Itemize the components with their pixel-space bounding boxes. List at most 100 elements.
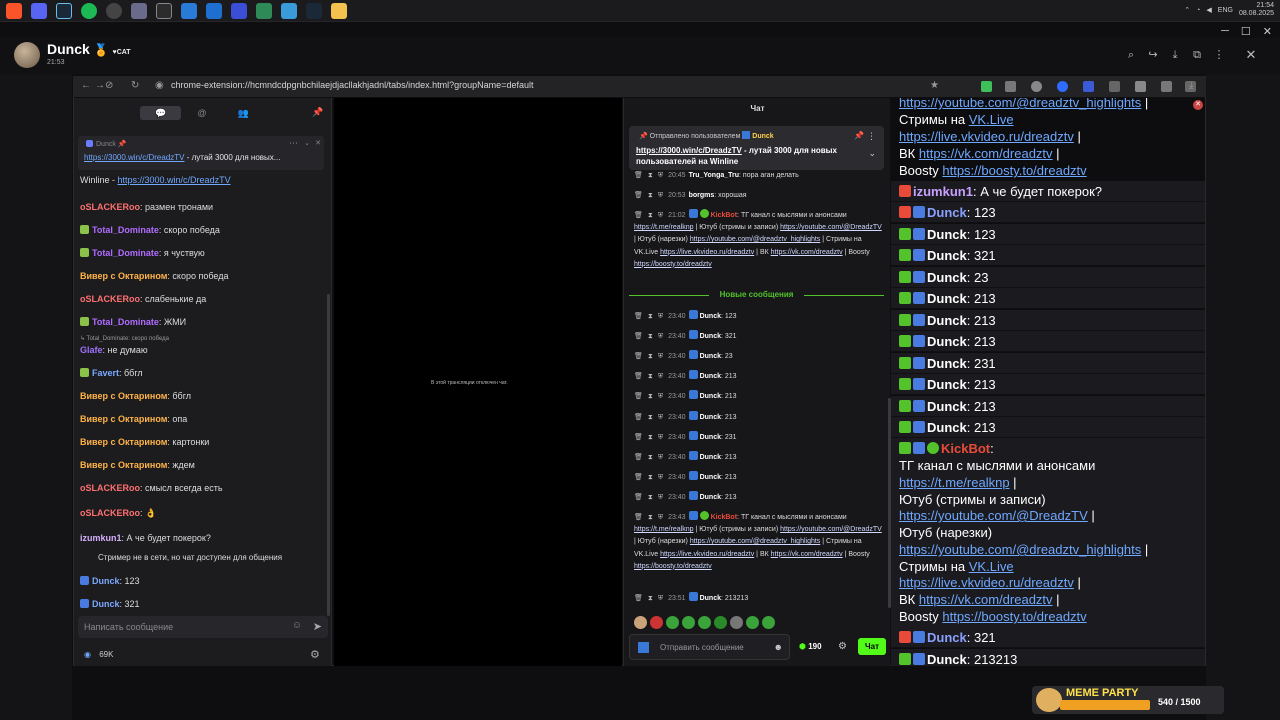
timeout-icon[interactable]: ⧗ [648, 414, 653, 421]
ban-icon[interactable]: ⛨ [658, 353, 663, 360]
extension-icon[interactable] [1161, 81, 1172, 92]
send-icon[interactable]: ➤ [313, 620, 322, 633]
timeout-icon[interactable]: ⧗ [648, 474, 653, 481]
forward-icon[interactable]: ↪ [1146, 48, 1160, 62]
ban-icon[interactable]: ⛨ [658, 454, 663, 461]
chat-username[interactable]: Dunck [927, 356, 967, 371]
chat-username[interactable]: Dunck [927, 248, 967, 263]
chat-username[interactable]: Favert [92, 368, 119, 378]
chat-username[interactable]: Dunck [700, 434, 721, 441]
extension-icon[interactable] [1083, 81, 1094, 92]
tab-users[interactable]: 👥 [223, 106, 264, 120]
chat-username[interactable]: Dunck [700, 454, 721, 461]
vk-live-link[interactable]: VK.Live [969, 559, 1014, 574]
reload-icon[interactable]: ↻ [131, 80, 139, 91]
emoji-icon[interactable]: ☻ [774, 642, 783, 652]
app-icon[interactable] [256, 2, 272, 19]
pinned-message[interactable]: 📌 Отправлено пользователем Dunck 📌 ⋮ ⌄ h… [629, 126, 884, 170]
more-icon[interactable]: ⋯ [289, 138, 298, 149]
chat-username[interactable]: Dunck [927, 205, 967, 220]
chat-username[interactable]: Вивер с Октарином [80, 437, 167, 447]
vk-link[interactable]: https://vk.com/dreadztv [771, 249, 843, 256]
pin-icon[interactable]: 📌 [312, 107, 323, 118]
youtube-highlights-link[interactable]: https://youtube.com/@dreadztv_highlights [690, 236, 820, 243]
extension-icon[interactable] [1135, 81, 1146, 92]
wifi-icon[interactable]: ◔ [1196, 7, 1200, 14]
timeout-icon[interactable]: ⧗ [648, 393, 653, 400]
download-icon[interactable]: ⤓ [1189, 80, 1193, 91]
chevron-down-icon[interactable]: ⌄ [868, 148, 876, 159]
ban-icon[interactable]: ⛨ [658, 333, 663, 340]
open-external-icon[interactable]: ⧉ [1190, 48, 1204, 62]
settings-icon[interactable]: ⚙ [310, 648, 320, 661]
lang-indicator[interactable]: ENG [1218, 7, 1233, 14]
chat-username[interactable]: izumkun1 [80, 533, 122, 543]
youtube-highlights-link[interactable]: https://youtube.com/@dreadztv_highlights [690, 538, 820, 545]
url-text[interactable]: chrome-extension://hcmndcdpgnbchilaejdja… [171, 80, 533, 90]
close-icon[interactable]: ✕ [315, 139, 321, 147]
unpin-icon[interactable]: 📌 [854, 131, 864, 140]
extensions-puzzle-icon[interactable] [1109, 81, 1120, 92]
more-icon[interactable]: ⋮ [1212, 48, 1226, 62]
delete-icon[interactable]: 🗑 [634, 333, 643, 340]
close-icon[interactable]: ✕ [1244, 48, 1258, 62]
chat-username[interactable]: borgms [689, 192, 715, 199]
vklive-link[interactable]: https://live.vkvideo.ru/dreadztv [660, 249, 754, 256]
chat-username[interactable]: Dunck [927, 334, 967, 349]
chevron-up-icon[interactable]: ⌃ [1184, 6, 1190, 14]
chat-username[interactable]: Dunck [700, 333, 721, 340]
chat-username[interactable]: oSLACKERoo [80, 508, 140, 518]
tg-link[interactable]: https://t.me/realknp [899, 475, 1010, 490]
delete-icon[interactable]: 🗑 [634, 474, 643, 481]
minimize-icon[interactable]: ─ [1221, 25, 1229, 37]
boosty-link[interactable]: https://boosty.to/dreadztv [634, 563, 712, 570]
vklive-link[interactable]: https://live.vkvideo.ru/dreadztv [660, 551, 754, 558]
chat-username[interactable]: Dunck [927, 313, 967, 328]
chat-username[interactable]: oSLACKERoo [80, 294, 140, 304]
folder-icon[interactable] [331, 2, 347, 19]
vk-live-link[interactable]: VK.Live [969, 112, 1014, 127]
chat-username[interactable]: KickBot [941, 441, 990, 456]
chat-username[interactable]: Dunck [92, 576, 120, 586]
chat-username[interactable]: Dunck [700, 313, 721, 320]
timeout-icon[interactable]: ⧗ [648, 313, 653, 320]
chevron-down-icon[interactable]: ⌄ [304, 139, 310, 147]
emote-icon[interactable] [714, 616, 727, 629]
youtube-link[interactable]: https://youtube.com/@DreadzTV [780, 526, 882, 533]
chat-username[interactable]: Glafe [80, 345, 103, 355]
delete-icon[interactable]: 🗑 [634, 313, 643, 320]
emote-icon[interactable] [682, 616, 695, 629]
boosty-link[interactable]: https://boosty.to/dreadztv [942, 609, 1086, 624]
pinned-link[interactable]: https://3000.win/c/DreadzTV [84, 153, 185, 162]
brave-icon[interactable] [6, 2, 22, 19]
chat-username[interactable]: Dunck [700, 414, 721, 421]
tab-mentions[interactable]: @ [181, 106, 222, 120]
youtube-highlights-link[interactable]: https://youtube.com/@dreadztv_highlights [899, 98, 1141, 110]
more-icon[interactable]: ⋮ [867, 131, 876, 142]
chat-username[interactable]: Dunck [700, 373, 721, 380]
chat-username[interactable]: oSLACKERoo [80, 202, 140, 212]
youtube-link[interactable]: https://youtube.com/@DreadzTV [899, 508, 1088, 523]
chat-username[interactable]: izumkun1 [913, 184, 973, 199]
chat-username[interactable]: Tru_Yonga_Tru [689, 172, 739, 179]
vklive-link[interactable]: https://live.vkvideo.ru/dreadztv [899, 575, 1074, 590]
chat-username[interactable]: Dunck [927, 270, 967, 285]
timeout-icon[interactable]: ⧗ [648, 494, 653, 501]
settings-icon[interactable]: ⚙ [838, 641, 847, 652]
ban-icon[interactable]: ⛨ [658, 373, 663, 380]
chat-username[interactable]: Dunck [927, 399, 967, 414]
delete-icon[interactable]: 🗑 [634, 172, 643, 179]
download-icon[interactable]: ⤓ [1168, 48, 1182, 62]
chat-username[interactable]: Dunck [927, 652, 967, 666]
send-button[interactable]: Чат [858, 638, 886, 655]
chat-username[interactable]: Total_Dominate [92, 248, 159, 258]
forward-icon[interactable]: → [95, 80, 105, 91]
back-icon[interactable]: ← [81, 80, 91, 91]
delete-icon[interactable]: 🗑 [634, 192, 643, 199]
timeout-icon[interactable]: ⧗ [648, 373, 653, 380]
tg-link[interactable]: https://t.me/realknp [634, 224, 694, 231]
chat-username[interactable]: Dunck [927, 420, 967, 435]
ban-icon[interactable]: ⛨ [658, 313, 663, 320]
timeout-icon[interactable]: ⧗ [648, 172, 653, 179]
chat-username[interactable]: Total_Dominate [92, 317, 159, 327]
